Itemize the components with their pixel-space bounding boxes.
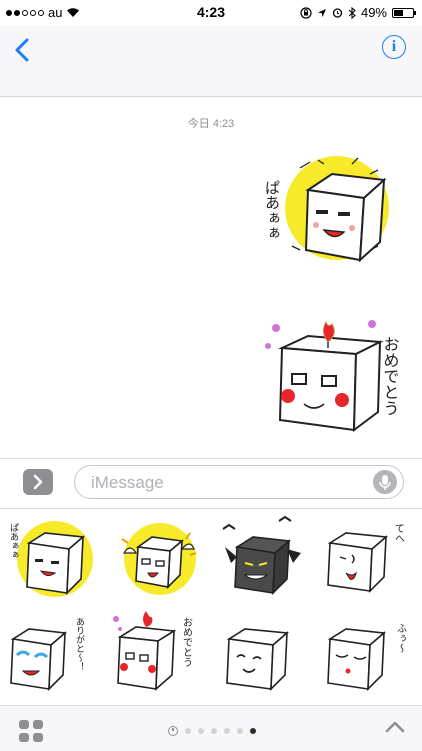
app-drawer-bar: [0, 705, 422, 751]
sticker-text-omedetou: おめでとう: [381, 336, 400, 416]
sticker-thanks[interactable]: ありがと〜！: [5, 609, 99, 697]
sticker-fuu[interactable]: ふぅ〜: [322, 609, 416, 697]
battery-percent: 49%: [360, 5, 387, 20]
bluetooth-icon: [348, 6, 356, 19]
message-input[interactable]: [89, 466, 363, 500]
sticker-caption-fuu: ふぅ〜: [395, 623, 407, 653]
sticker-tehe[interactable]: てへ: [322, 513, 416, 601]
navigation-bar: i: [0, 26, 422, 97]
chevron-up-icon[interactable]: [384, 719, 406, 735]
message-text-field[interactable]: [74, 465, 404, 500]
chevron-left-icon[interactable]: [12, 34, 36, 66]
status-right: 49%: [300, 5, 416, 20]
apps-toggle-button[interactable]: [23, 469, 53, 495]
page-dot[interactable]: [224, 728, 230, 734]
app-grid-icon[interactable]: [17, 718, 45, 744]
sticker-caption-tehe: てへ: [393, 523, 405, 543]
message-input-bar: [0, 458, 422, 509]
page-dot[interactable]: [211, 728, 217, 734]
sticker-caption-thanks: ありがと〜！: [74, 617, 85, 671]
page-indicator[interactable]: [168, 726, 256, 736]
sticker-candle[interactable]: おめでとう: [110, 609, 204, 697]
sticker-devil[interactable]: [215, 513, 309, 601]
message-timestamp: 今日 4:23: [187, 118, 235, 130]
status-bar: au 4:23 49%: [0, 0, 422, 26]
rotation-lock-icon: [300, 6, 312, 19]
sticker-smile[interactable]: [215, 609, 309, 697]
location-icon: [317, 8, 326, 17]
sticker-text-paa: ぱあぁぁ: [263, 180, 281, 240]
battery-icon: [392, 7, 416, 18]
dictation-button[interactable]: [373, 470, 397, 494]
sent-sticker-paa[interactable]: ぱあぁぁ: [262, 150, 392, 270]
alarm-icon: [332, 8, 343, 18]
microphone-icon: [379, 475, 391, 490]
info-button[interactable]: i: [382, 35, 406, 59]
page-dot[interactable]: [237, 728, 243, 734]
clock-icon[interactable]: [168, 726, 178, 736]
sticker-caption-candle: おめでとう: [181, 617, 193, 667]
sticker-angel[interactable]: [110, 513, 204, 601]
sticker-drawer: ぱあぁぁ てへ ありがと〜！ おめでとう ふぅ〜: [0, 508, 422, 704]
chevron-right-icon: [33, 474, 43, 490]
page-dot[interactable]: [198, 728, 204, 734]
sticker-caption-paa: ぱあぁぁ: [8, 523, 19, 559]
sticker-paa[interactable]: ぱあぁぁ: [5, 513, 99, 601]
page-dot[interactable]: [250, 728, 256, 734]
page-dot[interactable]: [185, 728, 191, 734]
sent-sticker-candle[interactable]: おめでとう: [262, 312, 412, 442]
